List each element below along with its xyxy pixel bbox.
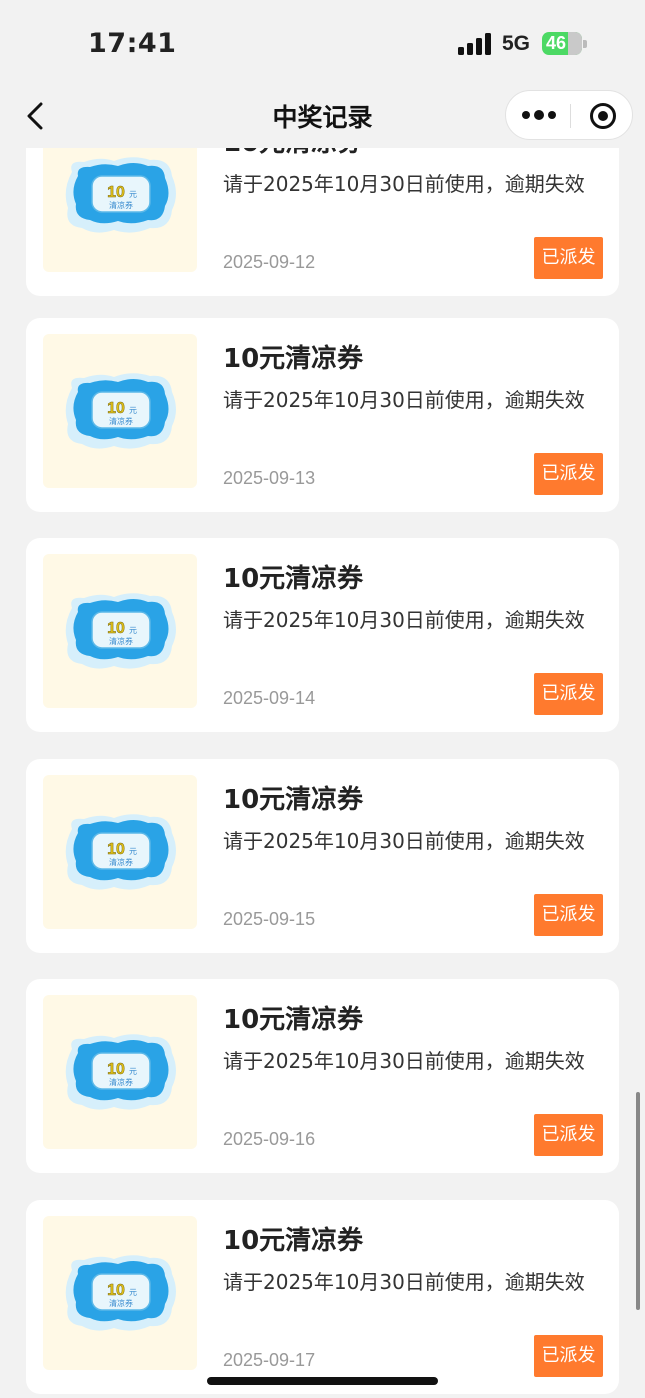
coupon-image: 10 元清凉券	[65, 814, 176, 890]
coupon-label: 清凉券	[109, 857, 133, 867]
network-type: 5G	[502, 32, 531, 55]
coupon-amount: 10	[107, 1282, 125, 1299]
coupon-image: 10 元清凉券	[65, 157, 176, 233]
coupon-image: 10 元清凉券	[65, 1255, 176, 1331]
scrollbar[interactable]	[636, 1092, 640, 1310]
record-date: 2025-09-13	[223, 468, 316, 488]
status-time: 17:41	[88, 28, 177, 59]
record-description: 请于2025年10月30日前使用，逾期失效	[223, 172, 585, 196]
record-card[interactable]: 10元清凉券10元清凉券请于2025年10月30日前使用，逾期失效2025-09…	[26, 538, 619, 732]
nav-bar: 中奖记录	[0, 88, 645, 148]
battery-icon: 46	[542, 32, 582, 55]
record-title: 10元清凉券	[223, 564, 364, 594]
signal-icon	[458, 33, 492, 55]
record-date: 2025-09-17	[223, 1350, 316, 1370]
status-badge[interactable]: 已派发	[534, 453, 603, 495]
coupon-unit: 元	[129, 406, 137, 415]
record-date: 2025-09-15	[223, 909, 316, 929]
record-date: 2025-09-16	[223, 1129, 316, 1149]
status-badge[interactable]: 已派发	[534, 237, 603, 279]
coupon-label: 清凉券	[109, 416, 133, 426]
status-badge[interactable]: 已派发	[534, 1335, 603, 1377]
record-list[interactable]: 10元清凉券10元清凉券请于2025年10月30日前使用，逾期失效2025-09…	[0, 148, 645, 1398]
record-card[interactable]: 10元清凉券10元清凉券请于2025年10月30日前使用，逾期失效2025-09…	[26, 148, 619, 296]
status-badge[interactable]: 已派发	[534, 1114, 603, 1156]
capsule-divider	[570, 104, 571, 128]
battery-level: 46	[546, 33, 567, 53]
coupon-label: 清凉券	[109, 636, 133, 646]
record-description: 请于2025年10月30日前使用，逾期失效	[223, 388, 585, 412]
record-card[interactable]: 10元清凉券10元清凉券请于2025年10月30日前使用，逾期失效2025-09…	[26, 979, 619, 1173]
coupon-image: 10 元清凉券	[65, 593, 176, 669]
coupon-image: 10 元清凉券	[65, 373, 176, 449]
coupon-unit: 元	[129, 1288, 137, 1297]
home-indicator	[207, 1377, 438, 1385]
coupon-amount: 10	[107, 841, 125, 858]
coupon-label: 清凉券	[109, 1298, 133, 1308]
coupon-unit: 元	[129, 190, 137, 199]
battery-tip	[583, 40, 587, 48]
coupon-thumbnail: 10 元清凉券	[43, 334, 197, 488]
record-date: 2025-09-12	[223, 252, 316, 272]
coupon-image: 10 元清凉券	[65, 1034, 176, 1110]
coupon-thumbnail: 10 元清凉券	[43, 1216, 197, 1370]
coupon-thumbnail: 10 元清凉券	[43, 995, 197, 1149]
record-card[interactable]: 10元清凉券10元清凉券请于2025年10月30日前使用，逾期失效2025-09…	[26, 318, 619, 512]
coupon-unit: 元	[129, 626, 137, 635]
coupon-amount: 10	[107, 620, 125, 637]
coupon-thumbnail: 10 元清凉券	[43, 775, 197, 929]
coupon-amount: 10	[107, 1061, 125, 1078]
record-description: 请于2025年10月30日前使用，逾期失效	[223, 1270, 585, 1294]
coupon-unit: 元	[129, 847, 137, 856]
coupon-label: 清凉券	[109, 1077, 133, 1087]
record-title: 10元清凉券	[223, 785, 364, 815]
coupon-amount: 10	[107, 400, 125, 417]
record-description: 请于2025年10月30日前使用，逾期失效	[223, 829, 585, 853]
record-card[interactable]: 10元清凉券10元清凉券请于2025年10月30日前使用，逾期失效2025-09…	[26, 759, 619, 953]
more-dots-icon[interactable]	[522, 110, 556, 121]
status-badge[interactable]: 已派发	[534, 673, 603, 715]
mini-program-capsule	[505, 90, 633, 140]
record-description: 请于2025年10月30日前使用，逾期失效	[223, 608, 585, 632]
status-badge[interactable]: 已派发	[534, 894, 603, 936]
status-bar: 17:41 5G 46	[0, 0, 645, 88]
coupon-amount: 10	[107, 184, 125, 201]
coupon-thumbnail: 10 元清凉券	[43, 148, 197, 272]
record-card[interactable]: 10元清凉券10元清凉券请于2025年10月30日前使用，逾期失效2025-09…	[26, 1200, 619, 1394]
record-description: 请于2025年10月30日前使用，逾期失效	[223, 1049, 585, 1073]
coupon-unit: 元	[129, 1067, 137, 1076]
record-title: 10元清凉券	[223, 1005, 364, 1035]
coupon-label: 清凉券	[109, 200, 133, 210]
record-title: 10元清凉券	[223, 1226, 364, 1256]
record-date: 2025-09-14	[223, 688, 316, 708]
record-title: 10元清凉券	[223, 344, 364, 374]
coupon-thumbnail: 10 元清凉券	[43, 554, 197, 708]
record-title: 10元清凉券	[223, 148, 363, 159]
close-circle-icon[interactable]	[590, 103, 616, 129]
